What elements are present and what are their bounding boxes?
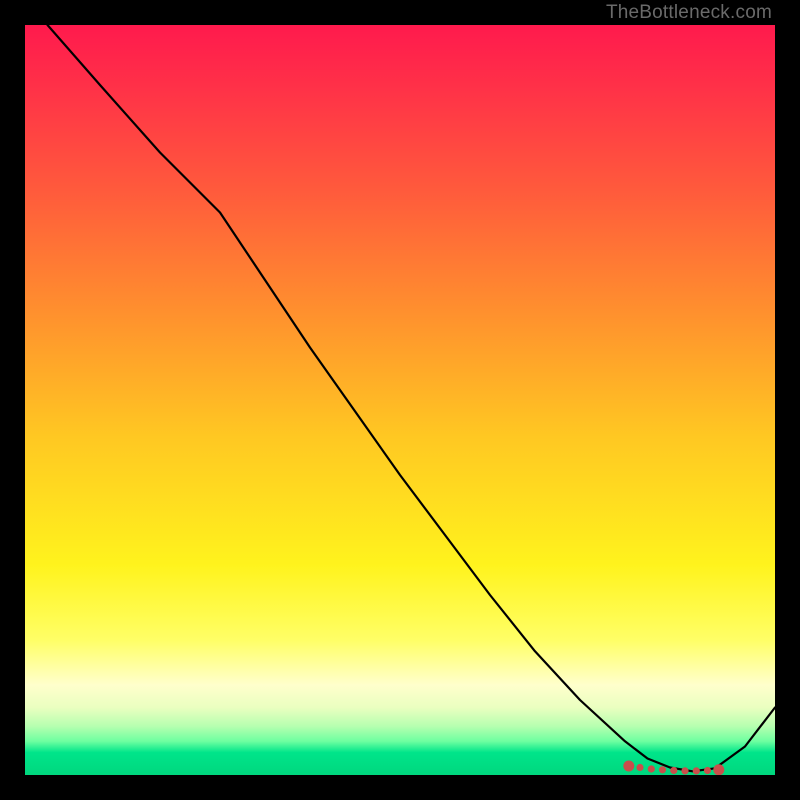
range-marker: [670, 767, 677, 774]
chart-frame: [25, 25, 775, 775]
range-marker: [659, 766, 666, 773]
watermark-text: TheBottleneck.com: [606, 2, 772, 24]
range-marker: [648, 765, 655, 772]
range-marker: [704, 767, 711, 774]
range-marker: [693, 767, 700, 774]
marker-group: [623, 761, 724, 776]
chart-svg: [25, 25, 775, 775]
range-marker: [623, 761, 634, 772]
range-marker: [681, 767, 688, 774]
curve-line: [48, 25, 776, 771]
range-marker: [636, 764, 643, 771]
range-marker: [713, 764, 724, 775]
